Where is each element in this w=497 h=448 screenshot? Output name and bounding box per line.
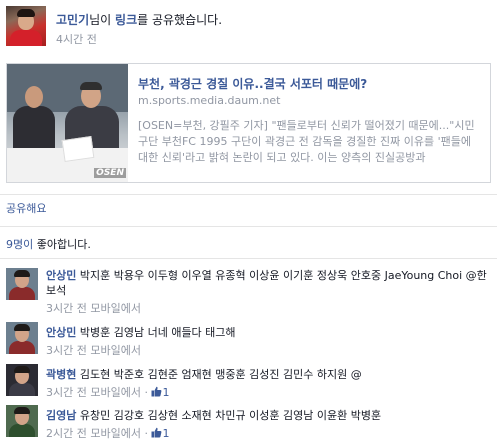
comment-author[interactable]: 안상민 [46, 269, 76, 282]
comment-meta[interactable]: 3시간 전 모바일에서 [46, 342, 141, 358]
post-header: 고민기님이 링크를 공유했습니다. 4시간 전 [6, 6, 486, 46]
divider [0, 258, 497, 259]
thumbnail-paper [61, 136, 95, 162]
comment-item: 김영남 유창민 김강호 김상현 소재현 차민규 이성훈 김영남 이윤환 박병훈 … [6, 405, 491, 445]
likes-summary: 9명이 좋아합니다. [6, 236, 91, 252]
link-title[interactable]: 부천, 곽경근 경질 이유..결국 서포터 때문에? [138, 75, 367, 92]
thumbs-up-icon [151, 386, 162, 397]
avatar-body [9, 341, 35, 354]
avatar-body [9, 424, 35, 437]
comment-meta[interactable]: 3시간 전 모바일에서 [46, 300, 141, 316]
author-avatar[interactable] [6, 6, 46, 46]
shared-link-word[interactable]: 링크 [115, 13, 137, 27]
comment-text: 곽병현 김도현 박준호 김현준 엄재현 맹중훈 김성진 김민수 하지원 @ [46, 367, 491, 382]
comment-text: 김영남 유창민 김강호 김상현 소재현 차민규 이성훈 김영남 이윤환 박병훈 [46, 408, 491, 423]
comment-like-count[interactable]: 1 [151, 427, 169, 440]
avatar-hair [14, 366, 30, 373]
thumbnail-background [7, 64, 128, 112]
post-action-text: 님이 [89, 13, 116, 27]
avatar-shirt [10, 30, 42, 46]
share-button[interactable]: 공유해요 [6, 200, 46, 216]
avatar-hair [14, 324, 30, 331]
thumbnail-person-right-hat [80, 82, 102, 90]
comment-meta: 3시간 전 모바일에서 · 1 [46, 384, 169, 400]
link-thumbnail[interactable]: OSEN [7, 64, 128, 182]
avatar-body [9, 287, 35, 300]
commenter-avatar[interactable] [6, 364, 38, 396]
comment-author[interactable]: 곽병현 [46, 368, 76, 381]
commenter-avatar[interactable] [6, 268, 38, 300]
divider [0, 226, 497, 227]
likes-count-link[interactable]: 9명이 [6, 238, 33, 251]
comment-timestamp[interactable]: 2시간 전 모바일에서 · [46, 427, 151, 440]
comment-body: 박병훈 김영남 너네 애들다 태그해 [76, 326, 236, 339]
comment-like-number: 1 [162, 427, 170, 440]
comment-item: 안상민 박지훈 박용우 이두형 이우열 유종혁 이상윤 이기훈 정상욱 안호중 … [6, 268, 491, 316]
thumbnail-person-left-head [25, 86, 43, 108]
thumbnail-watermark-logo: OSEN [94, 168, 126, 178]
post-timestamp[interactable]: 4시간 전 [56, 31, 97, 47]
avatar-body [9, 383, 35, 396]
avatar-hair [17, 9, 35, 17]
comment-timestamp[interactable]: 3시간 전 모바일에서 · [46, 386, 151, 399]
comment-body: 김도현 박준호 김현준 엄재현 맹중훈 김성진 김민수 하지원 @ [76, 368, 362, 381]
comment-body: 박지훈 박용우 이두형 이우열 유종혁 이상윤 이기훈 정상욱 안호중 JaeY… [46, 269, 487, 297]
comment-author[interactable]: 안상민 [46, 326, 76, 339]
divider [0, 194, 497, 195]
post-author-link[interactable]: 고민기 [56, 13, 89, 27]
link-domain: m.sports.media.daum.net [138, 94, 281, 107]
post-action-end: 를 공유했습니다. [137, 13, 223, 27]
comment-item: 안상민 박병훈 김영남 너네 애들다 태그해 3시간 전 모바일에서 [6, 322, 491, 362]
commenter-avatar[interactable] [6, 405, 38, 437]
comment-meta: 2시간 전 모바일에서 · 1 [46, 425, 169, 441]
comment-text: 안상민 박지훈 박용우 이두형 이우열 유종혁 이상윤 이기훈 정상욱 안호중 … [46, 268, 491, 298]
comment-like-number: 1 [162, 386, 170, 399]
comment-item: 곽병현 김도현 박준호 김현준 엄재현 맹중훈 김성진 김민수 하지원 @ 3시… [6, 364, 491, 404]
comment-author[interactable]: 김영남 [46, 409, 76, 422]
thumbs-up-icon [151, 427, 162, 438]
avatar-hair [14, 407, 30, 414]
link-description: [OSEN=부천, 강필주 기자] "팬들로부터 신뢰가 떨어졌기 때문에...… [138, 119, 475, 164]
avatar-hair [14, 270, 30, 277]
commenter-avatar[interactable] [6, 322, 38, 354]
comment-body: 유창민 김강호 김상현 소재현 차민규 이성훈 김영남 이윤환 박병훈 [76, 409, 382, 422]
link-preview-card[interactable]: OSEN 부천, 곽경근 경질 이유..결국 서포터 때문에? m.sports… [6, 63, 491, 183]
comment-text: 안상민 박병훈 김영남 너네 애들다 태그해 [46, 325, 491, 340]
post-header-line: 고민기님이 링크를 공유했습니다. [56, 11, 222, 28]
likes-suffix: 좋아합니다. [33, 238, 91, 251]
comment-like-count[interactable]: 1 [151, 386, 169, 399]
